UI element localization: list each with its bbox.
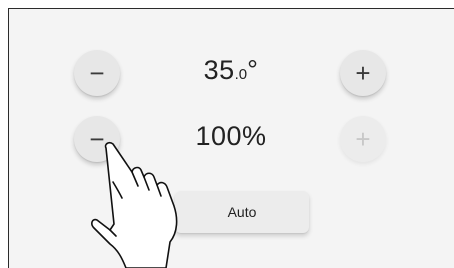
level-value: 100% — [195, 121, 267, 151]
temperature-value-decimal: .0 — [234, 66, 248, 83]
temperature-value-main: 35 — [203, 55, 235, 85]
auto-mode-button[interactable]: Auto — [175, 191, 309, 233]
level-decrease-button[interactable]: − — [74, 116, 120, 162]
temperature-value: 35.0° — [161, 55, 301, 86]
minus-icon: − — [89, 124, 105, 154]
plus-icon: + — [355, 58, 371, 88]
control-panel: − 35.0° + − 100% + Auto — [8, 8, 454, 268]
auto-mode-label: Auto — [227, 204, 257, 220]
temperature-unit: ° — [247, 55, 259, 85]
plus-icon: + — [355, 124, 371, 154]
temperature-decrease-button[interactable]: − — [74, 50, 120, 96]
minus-icon: − — [89, 58, 105, 88]
level-increase-button[interactable]: + — [340, 116, 386, 162]
temperature-increase-button[interactable]: + — [340, 50, 386, 96]
